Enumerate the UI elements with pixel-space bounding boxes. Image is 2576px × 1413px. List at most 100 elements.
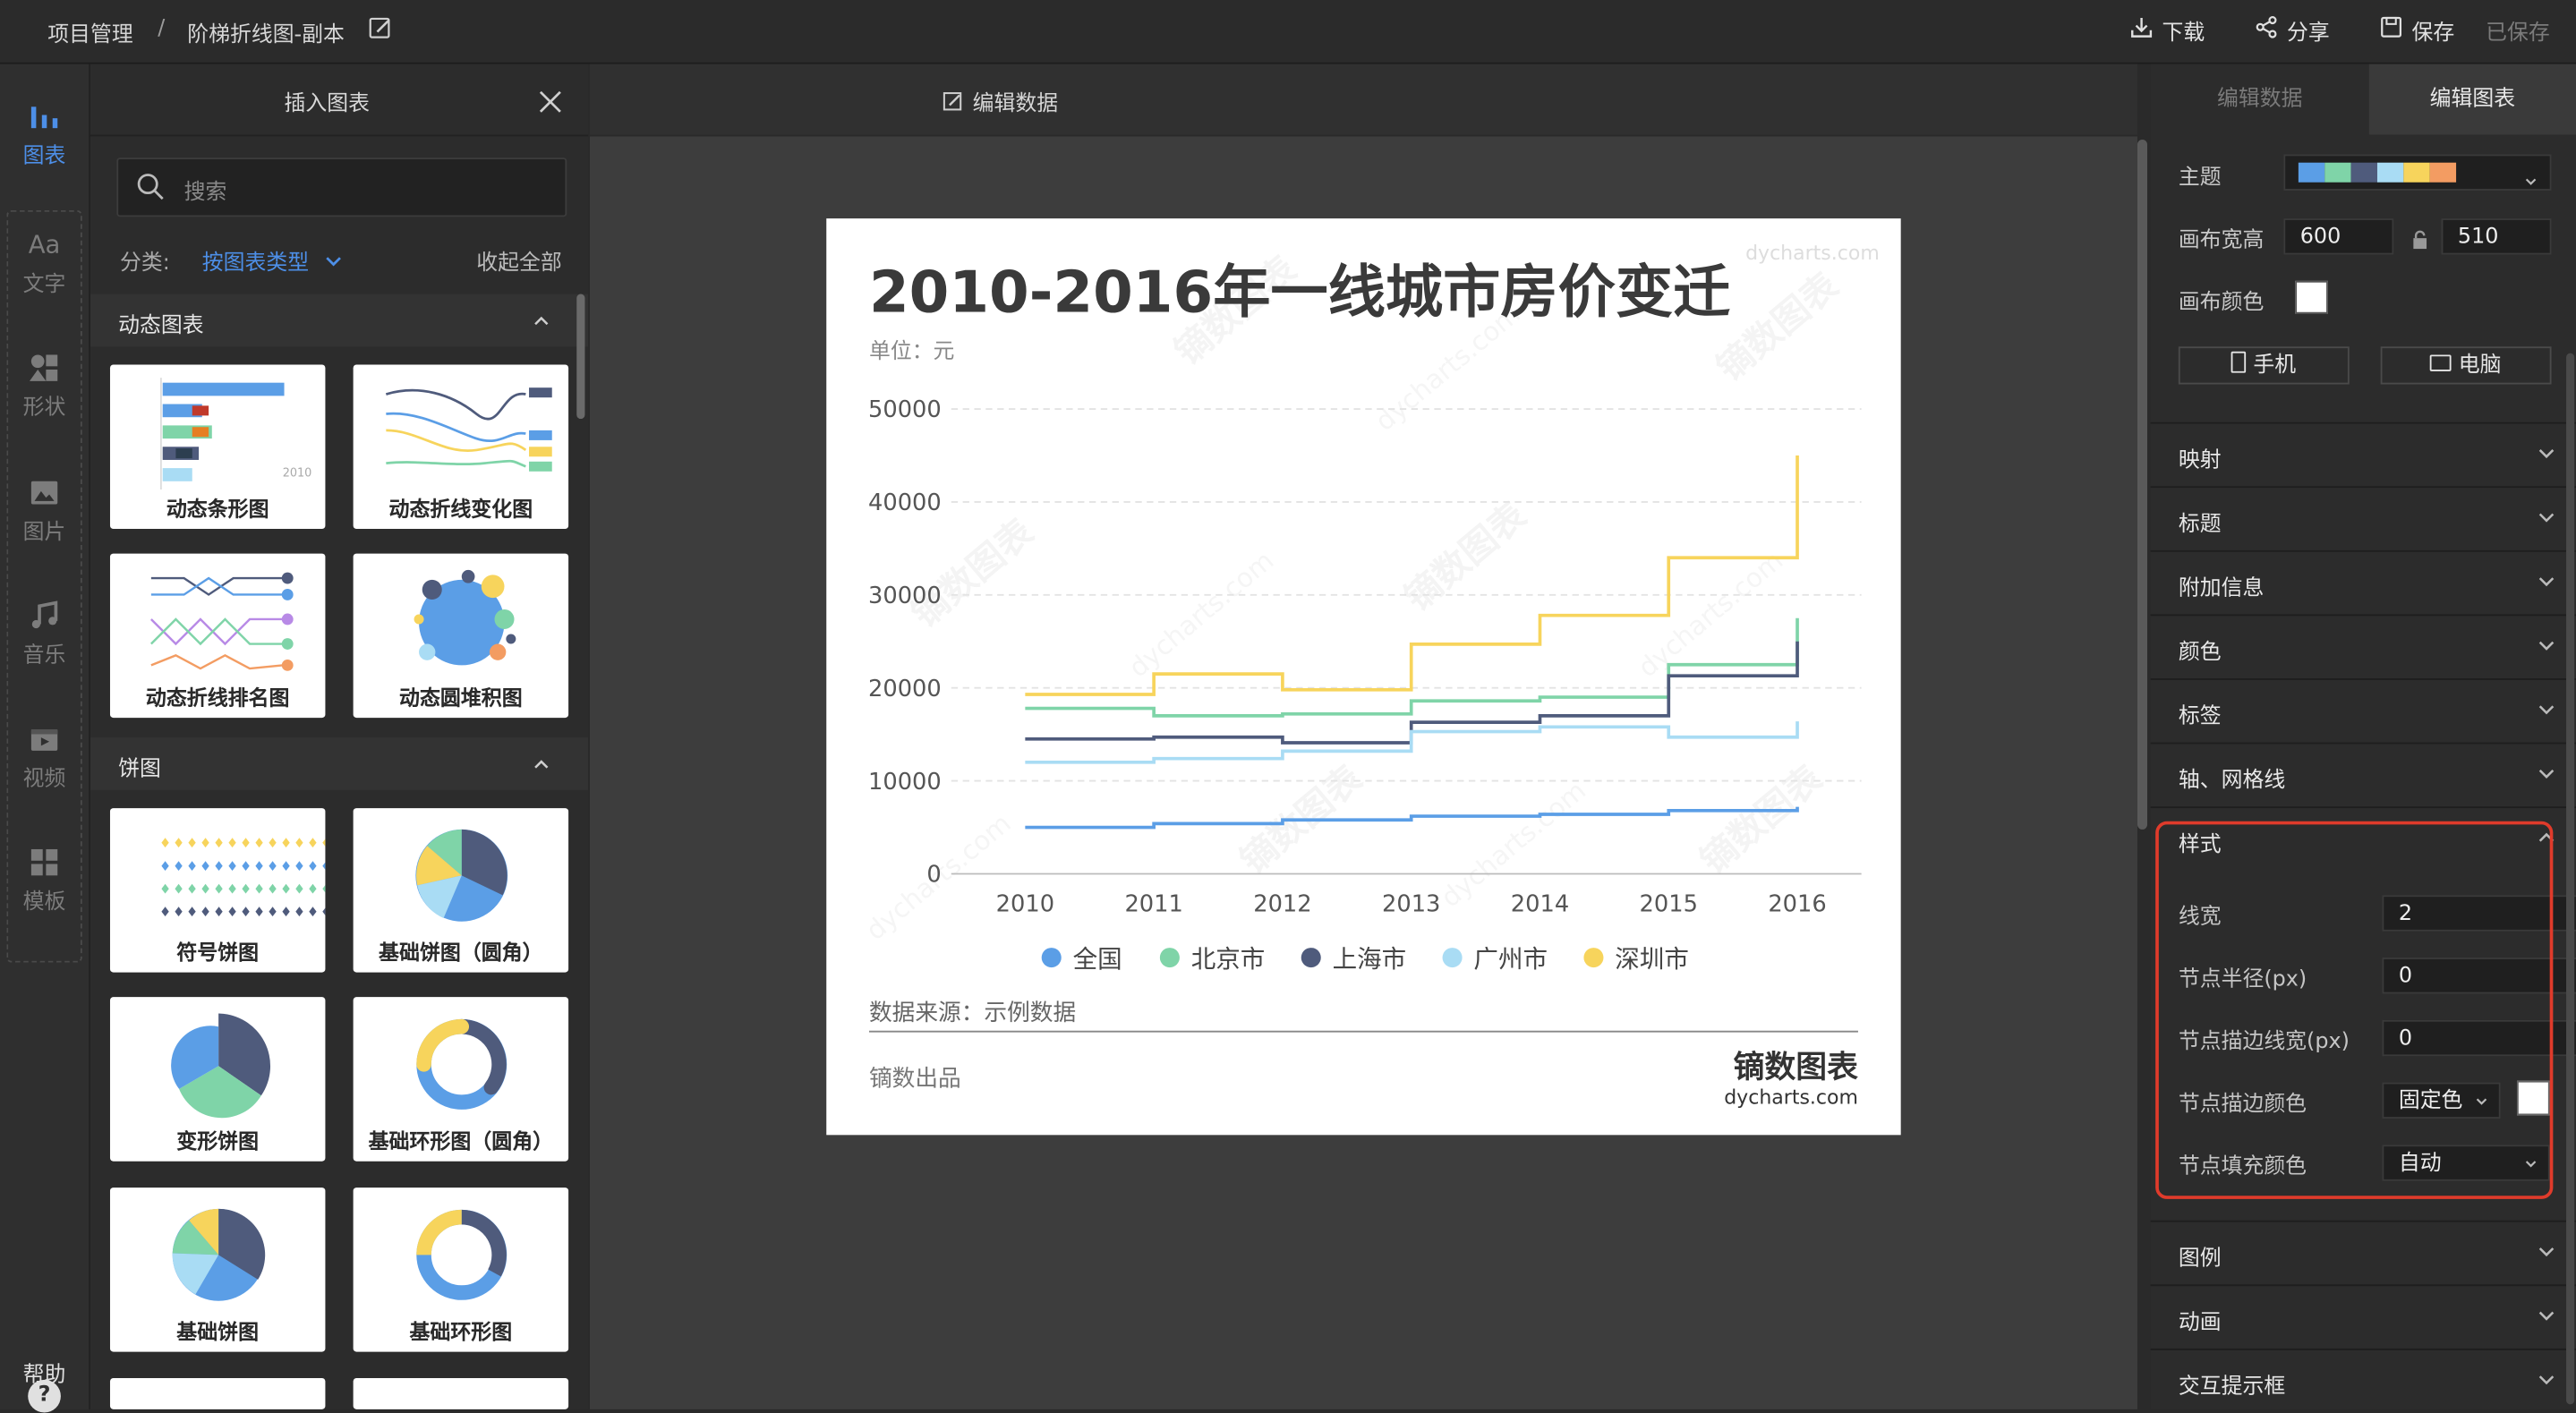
- canvas-height-input[interactable]: 510: [2441, 218, 2552, 255]
- card-label: 基础饼图（圆角）: [379, 939, 543, 965]
- theme-swatches: [2298, 162, 2457, 183]
- chevron-down-icon: [2523, 165, 2538, 196]
- accordion-axis-grid[interactable]: 轴、网格线: [2150, 742, 2576, 807]
- rail-item-chart[interactable]: 图表: [0, 100, 89, 169]
- breadcrumb-root[interactable]: 项目管理: [47, 16, 132, 48]
- canvas-color-label: 画布颜色: [2178, 290, 2265, 316]
- chart-card-dynamic-bar[interactable]: 2010 动态条形图: [109, 364, 326, 530]
- chart-canvas[interactable]: 镝数图表 镝数图表 镝数图表 镝数图表 镝数图表 镝数图表 dycharts.c…: [826, 218, 1901, 1136]
- accordion-tooltip[interactable]: 交互提示框: [2150, 1348, 2576, 1413]
- legend-marker: [1442, 948, 1463, 968]
- canvas-color-swatch[interactable]: [2295, 280, 2328, 314]
- accordion-legend[interactable]: 图例: [2150, 1220, 2576, 1285]
- tab-edit-data[interactable]: 编辑数据: [2150, 64, 2369, 135]
- accordion-title: 标签: [2178, 704, 2222, 729]
- chart-card-dynamic-circle-pack[interactable]: 动态圆堆积图: [353, 553, 569, 719]
- accordion-mapping[interactable]: 映射: [2150, 421, 2576, 487]
- rail-label: 视频: [22, 767, 66, 792]
- chart-unit: 单位：元: [869, 338, 954, 363]
- lock-icon[interactable]: [2412, 225, 2428, 256]
- left-rail: 图表 Aa 文字 形状 图片 音乐 视频 模板 ? 帮助: [0, 64, 90, 1413]
- chart-card-dynamic-line-change[interactable]: 动态折线变化图: [353, 364, 569, 530]
- tab-edit-chart[interactable]: 编辑图表: [2368, 64, 2576, 135]
- search-placeholder: 搜索: [183, 180, 227, 206]
- search-icon: [136, 173, 164, 208]
- accordion-label[interactable]: 标签: [2150, 678, 2576, 743]
- card-label: 基础饼图: [176, 1318, 260, 1344]
- accordion-extra-info[interactable]: 附加信息: [2150, 549, 2576, 615]
- x-tick-label: 2011: [1124, 891, 1182, 918]
- rail-item-image[interactable]: 图片: [0, 476, 89, 545]
- legend-label: 上海市: [1333, 945, 1407, 974]
- accordion-animation[interactable]: 动画: [2150, 1284, 2576, 1349]
- svg-text:♦♦♦♦♦♦♦♦♦♦♦♦♦♦♦: ♦♦♦♦♦♦♦♦♦♦♦♦♦♦♦: [159, 905, 325, 920]
- rail-item-shape[interactable]: 形状: [0, 352, 89, 421]
- share-button[interactable]: 分享: [2254, 15, 2330, 46]
- chevron-down-icon: [2538, 705, 2555, 715]
- rail-item-music[interactable]: 音乐: [0, 600, 89, 668]
- theme-label: 主题: [2178, 166, 2222, 191]
- chart-card-variant-pie[interactable]: 变形饼图: [109, 997, 326, 1162]
- section-pie-charts[interactable]: 饼图: [90, 737, 589, 790]
- mobile-label: 手机: [2253, 353, 2297, 379]
- help-label[interactable]: 帮助: [0, 1357, 89, 1388]
- chart-card-pie-rounded[interactable]: 基础饼图（圆角）: [353, 808, 569, 973]
- chart-card-symbol-pie[interactable]: ♦♦♦♦♦♦♦♦♦♦♦♦ ♦♦♦ ♦♦♦♦♦♦♦♦♦ ♦♦♦♦♦♦ ♦♦♦♦♦♦ ♦♦…: [109, 808, 326, 973]
- canvas-scrollbar[interactable]: [2137, 140, 2147, 830]
- mobile-preview-button[interactable]: 手机: [2178, 346, 2350, 385]
- section-title: 动态图表: [118, 313, 204, 339]
- theme-swatch: [2298, 162, 2325, 183]
- canvas-size-label: 画布宽高: [2178, 228, 2265, 253]
- accordion-title: 附加信息: [2178, 576, 2265, 601]
- chart-card-partial[interactable]: [353, 1377, 569, 1409]
- canvas-width-input[interactable]: 600: [2283, 218, 2394, 255]
- collapse-all-link[interactable]: 收起全部: [476, 244, 561, 277]
- chart-card-donut-rounded[interactable]: 基础环形图（圆角）: [353, 997, 569, 1162]
- edit-icon[interactable]: [943, 87, 963, 118]
- accordion-color[interactable]: 颜色: [2150, 614, 2576, 678]
- edit-data-button[interactable]: 编辑数据: [973, 85, 1058, 117]
- rename-icon[interactable]: [368, 16, 393, 47]
- y-tick-label: 50000: [868, 396, 942, 423]
- panel-scrollbar[interactable]: [576, 294, 585, 420]
- phone-icon: [2231, 351, 2248, 373]
- accordion-title: 颜色: [2178, 640, 2222, 666]
- card-label: 基础环形图: [409, 1318, 513, 1344]
- download-button[interactable]: 下载: [2129, 15, 2205, 46]
- rail-label: 文字: [22, 272, 66, 298]
- y-tick-label: 40000: [868, 489, 942, 516]
- close-icon[interactable]: [539, 89, 562, 120]
- chevron-down-icon[interactable]: [324, 246, 344, 277]
- canvas-toolbar: 编辑数据: [589, 64, 2137, 137]
- save-label: 保存: [2411, 21, 2455, 47]
- save-button[interactable]: 保存: [2379, 15, 2455, 47]
- card-label: 动态折线排名图: [145, 685, 290, 710]
- chevron-down-icon: [2538, 449, 2555, 459]
- property-panel-scrollbar[interactable]: [2566, 353, 2575, 1405]
- legend-marker: [1159, 948, 1180, 968]
- y-axis-labels: 0 10000 20000 30000 40000 50000: [868, 396, 942, 888]
- accordion-title-section[interactable]: 标题: [2150, 486, 2576, 550]
- chevron-down-icon: [2538, 577, 2555, 587]
- chart-card-basic-donut[interactable]: 基础环形图: [353, 1187, 569, 1352]
- rail-item-text[interactable]: Aa 文字: [0, 228, 89, 297]
- rail-item-template[interactable]: 模板: [0, 846, 89, 915]
- chart-search-box[interactable]: 搜索: [116, 157, 567, 217]
- chevron-down-icon: [2538, 1375, 2555, 1385]
- series-line: [1025, 806, 1799, 830]
- accordion-title: 动画: [2178, 1310, 2222, 1336]
- desktop-preview-button[interactable]: 电脑: [2380, 346, 2552, 385]
- legend-marker: [1041, 948, 1062, 968]
- svg-text:2010: 2010: [283, 466, 312, 480]
- accordion-title: 标题: [2178, 512, 2222, 538]
- card-label: 动态圆堆积图: [398, 685, 523, 710]
- chart-card-dynamic-line-rank[interactable]: 动态折线排名图: [109, 553, 326, 719]
- chart-card-basic-pie[interactable]: 基础饼图: [109, 1187, 326, 1352]
- category-dropdown[interactable]: 按图表类型: [202, 244, 309, 277]
- theme-select[interactable]: [2283, 154, 2552, 191]
- rail-item-video[interactable]: 视频: [0, 723, 89, 792]
- section-title: 饼图: [118, 757, 161, 782]
- chart-card-partial[interactable]: [109, 1377, 326, 1409]
- section-dynamic-charts[interactable]: 动态图表: [90, 294, 589, 347]
- theme-swatch: [2350, 162, 2377, 183]
